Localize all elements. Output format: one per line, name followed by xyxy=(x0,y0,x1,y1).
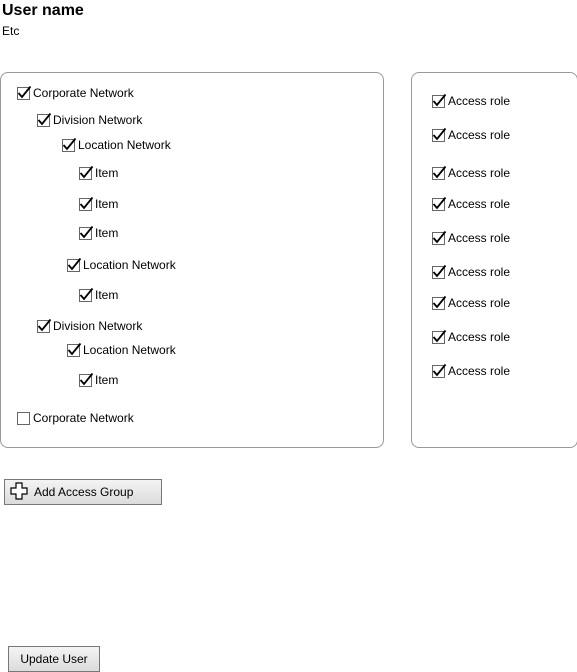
checkbox[interactable] xyxy=(432,165,447,180)
checkmark-icon xyxy=(37,318,52,331)
tree-item[interactable]: Location Network xyxy=(67,342,176,358)
role-label: Access role xyxy=(448,265,511,279)
access-roles-panel: Access role Access role Access role Acce… xyxy=(411,72,577,448)
checkmark-icon xyxy=(79,225,94,238)
checkmark-icon xyxy=(79,196,94,209)
add-access-group-button[interactable]: Add Access Group xyxy=(4,479,162,505)
role-label: Access role xyxy=(448,166,511,180)
checkmark-icon xyxy=(62,137,77,150)
role-item[interactable]: Access role xyxy=(432,329,510,345)
checkbox[interactable] xyxy=(79,196,94,211)
checkmark-icon xyxy=(79,165,94,178)
role-item[interactable]: Access role xyxy=(432,264,510,280)
add-access-group-label: Add Access Group xyxy=(34,485,134,499)
role-item[interactable]: Access role xyxy=(432,165,510,181)
checkmark-icon xyxy=(17,85,32,98)
role-label: Access role xyxy=(448,296,511,310)
checkbox[interactable] xyxy=(67,342,82,357)
role-label: Access role xyxy=(448,94,511,108)
tree-item-label: Division Network xyxy=(53,113,143,127)
checkbox[interactable] xyxy=(79,165,94,180)
tree-item[interactable]: Item xyxy=(79,165,118,181)
checkbox[interactable] xyxy=(432,329,447,344)
checkmark-icon xyxy=(432,165,447,178)
checkbox[interactable] xyxy=(37,318,52,333)
update-user-button[interactable]: Update User xyxy=(8,646,100,672)
tree-item[interactable]: Item xyxy=(79,196,118,212)
role-item[interactable]: Access role xyxy=(432,363,510,379)
checkbox[interactable] xyxy=(67,257,82,272)
tree-item-label: Item xyxy=(95,288,119,302)
checkmark-icon xyxy=(67,342,82,355)
tree-item[interactable]: Division Network xyxy=(37,112,142,128)
checkbox[interactable] xyxy=(79,225,94,240)
checkbox[interactable] xyxy=(37,112,52,127)
tree-item[interactable]: Location Network xyxy=(67,257,176,273)
network-tree-panel: Corporate Network Division Network Locat… xyxy=(0,72,384,448)
checkmark-icon xyxy=(432,230,447,243)
tree-item[interactable]: Item xyxy=(79,372,118,388)
checkbox[interactable] xyxy=(432,230,447,245)
checkmark-icon xyxy=(432,93,447,106)
role-item[interactable]: Access role xyxy=(432,230,510,246)
role-item[interactable]: Access role xyxy=(432,127,510,143)
checkmark-icon xyxy=(432,363,447,376)
tree-item-label: Item xyxy=(95,166,119,180)
checkbox[interactable] xyxy=(62,137,77,152)
tree-item-label: Item xyxy=(95,197,119,211)
checkmark-icon xyxy=(432,264,447,277)
tree-item[interactable]: Corporate Network xyxy=(17,410,134,426)
role-label: Access role xyxy=(448,330,511,344)
checkmark-icon xyxy=(79,372,94,385)
checkbox[interactable] xyxy=(17,411,30,425)
tree-item[interactable]: Corporate Network xyxy=(17,85,134,101)
tree-item[interactable]: Item xyxy=(79,225,118,241)
tree-item-label: Division Network xyxy=(53,319,143,333)
tree-item-label: Item xyxy=(95,373,119,387)
checkbox[interactable] xyxy=(79,287,94,302)
checkmark-icon xyxy=(432,196,447,209)
tree-item-label: Location Network xyxy=(78,138,171,152)
role-label: Access role xyxy=(448,197,511,211)
checkmark-icon xyxy=(432,127,447,140)
checkbox[interactable] xyxy=(432,264,447,279)
tree-item-label: Location Network xyxy=(83,343,176,357)
role-label: Access role xyxy=(448,231,511,245)
checkbox[interactable] xyxy=(432,196,447,211)
checkmark-icon xyxy=(432,329,447,342)
role-item[interactable]: Access role xyxy=(432,93,510,109)
tree-item-label: Corporate Network xyxy=(33,86,134,100)
role-label: Access role xyxy=(448,128,511,142)
checkbox[interactable] xyxy=(432,93,447,108)
tree-item[interactable]: Item xyxy=(79,287,118,303)
checkmark-icon xyxy=(67,257,82,270)
plus-outline-icon xyxy=(10,481,28,503)
tree-item-label: Item xyxy=(95,226,119,240)
checkbox[interactable] xyxy=(17,85,32,100)
checkmark-icon xyxy=(79,287,94,300)
tree-item-label: Location Network xyxy=(83,258,176,272)
role-label: Access role xyxy=(448,364,511,378)
checkbox[interactable] xyxy=(432,363,447,378)
role-item[interactable]: Access role xyxy=(432,295,510,311)
checkmark-icon xyxy=(37,112,52,125)
checkbox[interactable] xyxy=(432,127,447,142)
page-subtitle: Etc xyxy=(2,24,20,38)
tree-item[interactable]: Location Network xyxy=(62,137,171,153)
tree-item-label: Corporate Network xyxy=(33,411,134,425)
checkbox[interactable] xyxy=(432,295,447,310)
checkmark-icon xyxy=(432,295,447,308)
role-item[interactable]: Access role xyxy=(432,196,510,212)
tree-item[interactable]: Division Network xyxy=(37,318,142,334)
checkbox[interactable] xyxy=(79,372,94,387)
page-title: User name xyxy=(2,2,84,19)
